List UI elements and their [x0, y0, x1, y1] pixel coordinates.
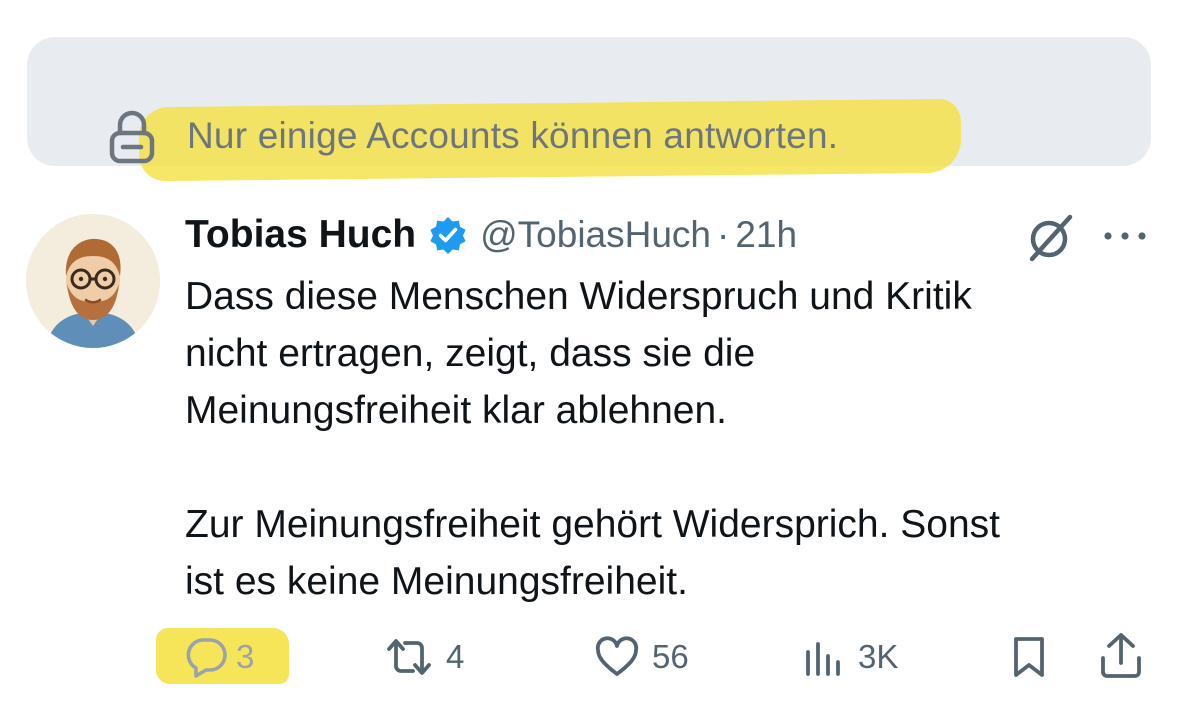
- share-icon: [1101, 633, 1141, 678]
- grok-icon[interactable]: [1024, 212, 1076, 264]
- reply-icon: [186, 638, 227, 678]
- bookmark-button[interactable]: [1011, 634, 1047, 680]
- bookmark-icon: [1014, 637, 1044, 677]
- retweet-count: 4: [446, 638, 465, 675]
- tweet-text: Dass diese Menschen Widerspruch und Krit…: [185, 268, 1155, 610]
- author-name[interactable]: Tobias Huch: [185, 213, 416, 257]
- retweet-icon: [387, 639, 431, 675]
- views-chart-icon: [806, 642, 840, 676]
- tweet-text-line: Dass diese Menschen Widerspruch und Krit…: [185, 275, 972, 318]
- tweet-time[interactable]: 21h: [735, 214, 797, 256]
- lock-icon: [109, 110, 155, 164]
- retweet-button[interactable]: 4: [384, 636, 464, 678]
- heart-icon: [595, 636, 639, 676]
- reply-restriction-banner: Nur einige Accounts können antworten.: [27, 37, 1151, 182]
- reply-restriction-text: Nur einige Accounts können antworten.: [187, 115, 839, 156]
- tweet-text-line: Zur Meinungsfreiheit gehört Widersprich.…: [185, 503, 1001, 546]
- views-count: 3K: [858, 638, 899, 675]
- tweet-screenshot: Nur einige Accounts können antworten. To…: [0, 0, 1179, 720]
- avatar[interactable]: [26, 214, 160, 348]
- like-button[interactable]: 56: [594, 636, 689, 678]
- tweet-text-line: nicht ertragen, zeigt, dass sie die: [185, 332, 756, 375]
- like-count: 56: [652, 638, 689, 675]
- tweet-text-line: Meinungsfreiheit klar ablehnen.: [185, 389, 728, 432]
- more-options-icon[interactable]: [1100, 224, 1150, 248]
- separator-dot: ·: [717, 214, 730, 255]
- share-button[interactable]: [1098, 632, 1144, 680]
- reply-button[interactable]: 3: [184, 636, 254, 678]
- author-handle[interactable]: @TobiasHuch: [480, 214, 711, 256]
- views-button[interactable]: 3K: [802, 636, 898, 678]
- tweet-text-line: ist es keine Meinungsfreiheit.: [185, 560, 688, 603]
- verified-badge-icon: [430, 217, 466, 254]
- reply-count: 3: [236, 638, 255, 675]
- tweet-header: Tobias Huch @TobiasHuch · 21h: [185, 210, 797, 260]
